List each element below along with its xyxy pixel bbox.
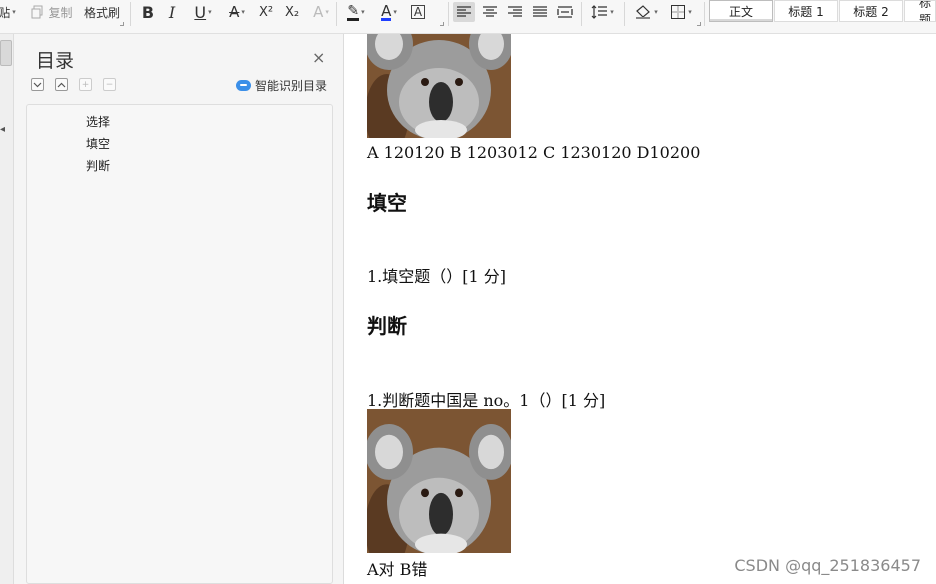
- text-effect-button[interactable]: A ▾: [307, 2, 335, 22]
- toolbar-divider: [581, 2, 582, 26]
- style-normal[interactable]: 正文: [709, 0, 773, 22]
- align-center-button[interactable]: [479, 2, 501, 22]
- superscript-icon: X²: [258, 4, 274, 20]
- style-label: 正文: [728, 4, 753, 19]
- align-left-icon: [457, 6, 471, 17]
- add-level-icon[interactable]: +: [79, 78, 92, 91]
- style-heading-2[interactable]: 标题 2: [839, 0, 903, 22]
- toolbar-divider: [130, 2, 131, 26]
- copy-label: 复制: [48, 5, 73, 20]
- italic-icon: I: [168, 2, 176, 22]
- align-center-icon: [483, 6, 497, 17]
- align-right-button[interactable]: [504, 2, 526, 22]
- navigation-strip: ◂: [0, 34, 14, 584]
- ribbon-toolbar: 贴 ▾ 复制 格式刷 B I U ▾ A ▾ X² X₂ A ▾ ✎ ▾ A ▾ A: [0, 0, 936, 34]
- collapse-all-icon[interactable]: [55, 78, 68, 91]
- line-spacing-icon: [591, 5, 608, 19]
- align-right-icon: [508, 6, 522, 17]
- highlighter-icon: ✎: [347, 2, 360, 21]
- style-heading-1[interactable]: 标题 1: [774, 0, 838, 22]
- clipboard-group-launcher[interactable]: [120, 22, 124, 26]
- paragraph-group-launcher[interactable]: [697, 22, 701, 26]
- highlight-button[interactable]: ✎ ▾: [341, 2, 371, 22]
- character-border-icon: A: [410, 5, 426, 19]
- bold-button[interactable]: B: [139, 2, 157, 22]
- chevron-down-icon: [33, 82, 42, 87]
- copy-button[interactable]: 复制: [29, 2, 75, 22]
- collapse-arrow-icon[interactable]: ◂: [0, 124, 5, 135]
- borders-icon: [671, 5, 686, 19]
- question-fill: 1.填空题（）[1 分]: [367, 267, 507, 286]
- justify-icon: [533, 6, 547, 17]
- options-line: A 120120 B 1203012 C 1230120 D10200: [367, 143, 701, 162]
- toc-list: 选择 填空 判断: [26, 104, 333, 584]
- toc-item-choice[interactable]: 选择: [86, 113, 110, 130]
- close-icon[interactable]: ×: [312, 48, 325, 67]
- toc-item-fill[interactable]: 填空: [86, 135, 110, 152]
- font-color-button[interactable]: A ▾: [374, 2, 404, 22]
- align-left-button[interactable]: [453, 2, 475, 22]
- options-line: A对 B错: [367, 560, 428, 579]
- section-heading-judge: 判断: [367, 314, 407, 338]
- section-heading-fill: 填空: [367, 191, 407, 215]
- copy-icon: [31, 5, 43, 19]
- watermark: CSDN @qq_251836457: [734, 556, 921, 575]
- underline-icon: U: [194, 2, 207, 22]
- expand-all-icon[interactable]: [31, 78, 44, 91]
- justify-button[interactable]: [529, 2, 551, 22]
- document-page[interactable]: A 120120 B 1203012 C 1230120 D10200 填空 1…: [344, 34, 936, 584]
- shading-button[interactable]: ▾: [630, 2, 662, 22]
- superscript-button[interactable]: X²: [254, 2, 278, 22]
- style-heading-3[interactable]: 标题: [904, 0, 936, 22]
- toc-panel: 目录 × + − 智能识别目录 选择 填空 判断: [14, 34, 344, 584]
- remove-level-icon[interactable]: −: [103, 78, 116, 91]
- koala-image: [367, 409, 511, 553]
- toolbar-divider: [448, 2, 449, 26]
- toolbar-divider: [624, 2, 625, 26]
- toolbar-divider: [704, 2, 705, 26]
- smart-recognize-icon: [236, 80, 251, 91]
- style-label: 标题 1: [788, 4, 824, 19]
- toolbar-divider: [336, 2, 337, 26]
- paste-button[interactable]: 贴 ▾: [0, 2, 16, 22]
- underline-button[interactable]: U ▾: [188, 2, 218, 22]
- font-group-launcher[interactable]: [440, 22, 444, 26]
- toc-toggle-button[interactable]: [0, 40, 12, 66]
- subscript-button[interactable]: X₂: [280, 2, 304, 22]
- character-border-button[interactable]: A: [409, 2, 427, 22]
- text-effect-icon: A: [313, 3, 324, 21]
- italic-button[interactable]: I: [163, 2, 181, 22]
- smart-toc-label: 智能识别目录: [255, 79, 328, 93]
- strikethrough-button[interactable]: A ▾: [222, 2, 252, 22]
- koala-image: [367, 34, 511, 138]
- paste-label: 贴: [0, 5, 11, 20]
- paint-bucket-icon: [636, 5, 651, 19]
- subscript-icon: X₂: [284, 4, 300, 20]
- font-color-icon: A: [381, 1, 392, 21]
- smart-toc-button[interactable]: 智能识别目录: [236, 77, 327, 94]
- toc-item-judge[interactable]: 判断: [86, 157, 110, 174]
- toc-title: 目录: [36, 50, 75, 72]
- distribute-icon: [557, 6, 573, 18]
- style-label: 标题: [919, 0, 932, 22]
- line-spacing-button[interactable]: ▾: [587, 2, 617, 22]
- strikethrough-icon: A: [229, 3, 240, 21]
- question-judge: 1.判断题中国是 no。1（）[1 分]: [367, 391, 606, 410]
- format-painter-label: 格式刷: [83, 5, 120, 20]
- distribute-button[interactable]: [554, 2, 576, 22]
- format-painter-button[interactable]: 格式刷: [82, 2, 122, 22]
- borders-button[interactable]: ▾: [666, 2, 696, 22]
- style-label: 标题 2: [853, 4, 889, 19]
- chevron-up-icon: [57, 82, 66, 87]
- bold-icon: B: [141, 2, 155, 22]
